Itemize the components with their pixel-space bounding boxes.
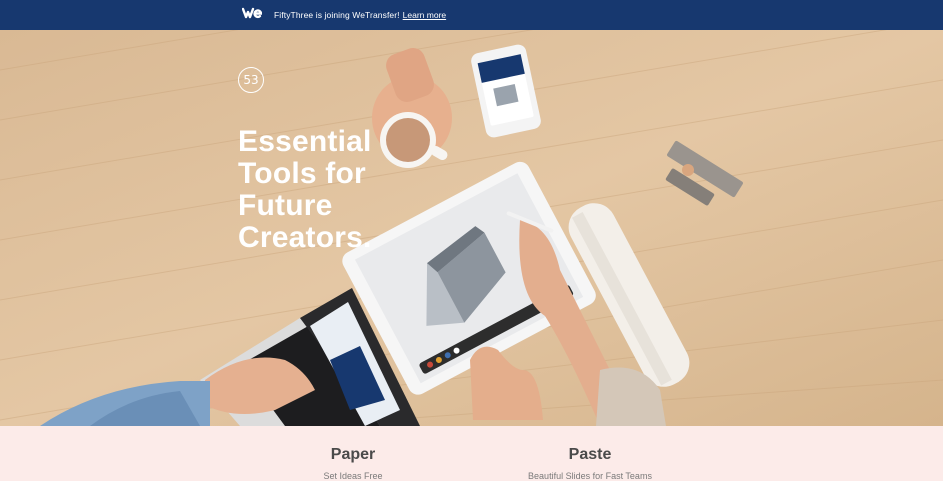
hero-image: 53 Essential Tools for Future Creators.: [0, 30, 943, 426]
product-paste[interactable]: Paste Beautiful Slides for Fast Teams: [490, 446, 690, 481]
hero-illustration: [0, 30, 943, 426]
product-name[interactable]: Paste: [490, 446, 690, 464]
products-section: Paper Set Ideas Free Paste Beautiful Sli…: [0, 426, 943, 481]
product-name[interactable]: Paper: [253, 446, 453, 464]
headline-line: Essential: [238, 125, 372, 158]
headline-line: Creators.: [238, 221, 372, 254]
product-paper[interactable]: Paper Set Ideas Free: [253, 446, 453, 481]
wetransfer-logo-icon: [241, 6, 274, 24]
learn-more-link[interactable]: Learn more: [403, 10, 446, 20]
banner-content: FiftyThree is joining WeTransfer! Learn …: [241, 0, 446, 30]
fiftythree-logo[interactable]: 53: [238, 67, 264, 93]
headline-line: Future: [238, 189, 333, 222]
hero-headline: Essential Tools for Future Creators.: [238, 126, 438, 254]
headline-line: Tools for: [238, 157, 366, 190]
announcement-banner: FiftyThree is joining WeTransfer! Learn …: [0, 0, 943, 30]
banner-message: FiftyThree is joining WeTransfer!: [274, 10, 400, 20]
